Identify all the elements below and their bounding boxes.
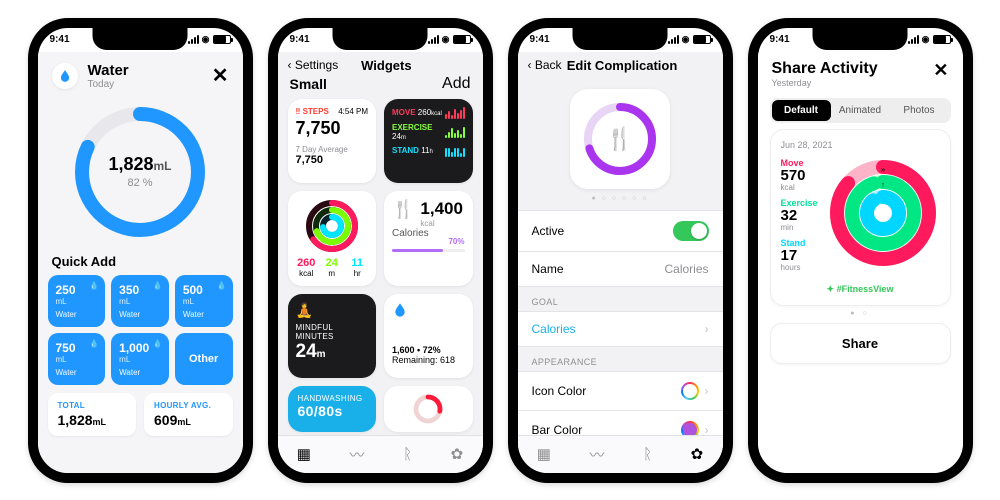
water-drop-icon [52,63,78,89]
page-dots[interactable]: ● ○ [758,310,963,317]
cell-icon-color[interactable]: Icon Color› [518,371,723,411]
hashtag: ✦ #FitnessView [781,284,940,295]
quick-add-750[interactable]: 💧750mLWater [48,333,106,385]
cell-goal[interactable]: Calories› [518,311,723,347]
close-icon[interactable]: ✕ [212,63,229,88]
section-small: Small [290,76,327,92]
share-button[interactable]: Share [770,323,951,364]
quick-add-350[interactable]: 💧350mLWater [111,275,169,327]
tab-trends-icon[interactable]: 〰 [590,444,605,465]
activity-rings: » ↑ [826,158,940,278]
widget-water[interactable]: 1,600 • 72% Remaining: 618 [384,294,473,378]
status-time: 9:41 [50,34,70,45]
widget-mindful[interactable]: 🧘 MINDFUL MINUTES 24m [288,294,377,378]
status-time: 9:41 [290,34,310,45]
tab-dashboard-icon[interactable]: ▦ [297,445,311,463]
active-toggle[interactable] [673,221,709,241]
widget-rings[interactable]: 260kcal24m11hr [288,191,377,286]
seg-animated[interactable]: Animated [831,100,890,121]
chevron-right-icon: › [705,322,709,336]
nav-title: Widgets [300,58,472,73]
cell-name[interactable]: NameCalories [518,252,723,287]
page-subtitle: Today [88,79,129,90]
quick-add-other[interactable]: Other [175,333,233,385]
hourly-avg-card: HOURLY AVG.609mL [144,393,233,436]
widget-activity[interactable]: MOVE 260kcal EXERCISE 24m STAND 11h [384,99,473,183]
tab-workout-icon[interactable]: ᚱ [403,446,412,463]
total-card: TOTAL1,828mL [48,393,137,436]
quick-add-500[interactable]: 💧500mLWater [175,275,233,327]
quick-add-1000[interactable]: 💧1,000mLWater [111,333,169,385]
seg-default[interactable]: Default [772,100,831,121]
widget-steps[interactable]: ‼ STEPS4:54 PM 7,750 7 Day Average 7,750 [288,99,377,183]
tab-settings-icon[interactable]: ✿ [691,445,704,463]
segmented-control[interactable]: Default Animated Photos [770,98,951,123]
complication-preview: 🍴 [570,89,670,189]
add-button[interactable]: Add [442,75,470,93]
page-subtitle: Yesterday [772,78,878,88]
page-title: Share Activity [772,60,878,78]
tab-trends-icon[interactable]: 〰 [350,444,365,465]
page-title: Water [88,62,129,79]
status-time: 9:41 [530,34,550,45]
tab-settings-icon[interactable]: ✿ [451,445,464,463]
svg-text:↑: ↑ [881,182,885,189]
tab-dashboard-icon[interactable]: ▦ [537,445,551,463]
section-appearance: APPEARANCE [518,347,723,371]
quick-add-250[interactable]: 💧250mLWater [48,275,106,327]
seg-photos[interactable]: Photos [890,100,949,121]
close-icon[interactable]: ✕ [933,60,948,81]
nav-title: Edit Complication [532,58,713,73]
quick-add-heading: Quick Add [38,252,243,275]
water-progress-ring: 1,828mL82 % [70,102,210,242]
page-dots[interactable]: ● ○ ○ ○ ○ ○ [518,195,723,202]
chevron-left-icon: ‹ [288,58,292,72]
section-goal: GOAL [518,287,723,311]
svg-text:»: » [880,165,885,174]
widget-partial[interactable] [384,386,473,432]
status-time: 9:41 [770,34,790,45]
cell-active[interactable]: Active [518,210,723,252]
widget-calories[interactable]: 🍴1,400kcal Calories 70% [384,191,473,286]
widget-handwashing[interactable]: HANDWASHING60/80s [288,386,377,432]
activity-card: Jun 28, 2021 Move570kcal Exercise32min S… [770,129,951,306]
tab-workout-icon[interactable]: ᚱ [643,446,652,463]
